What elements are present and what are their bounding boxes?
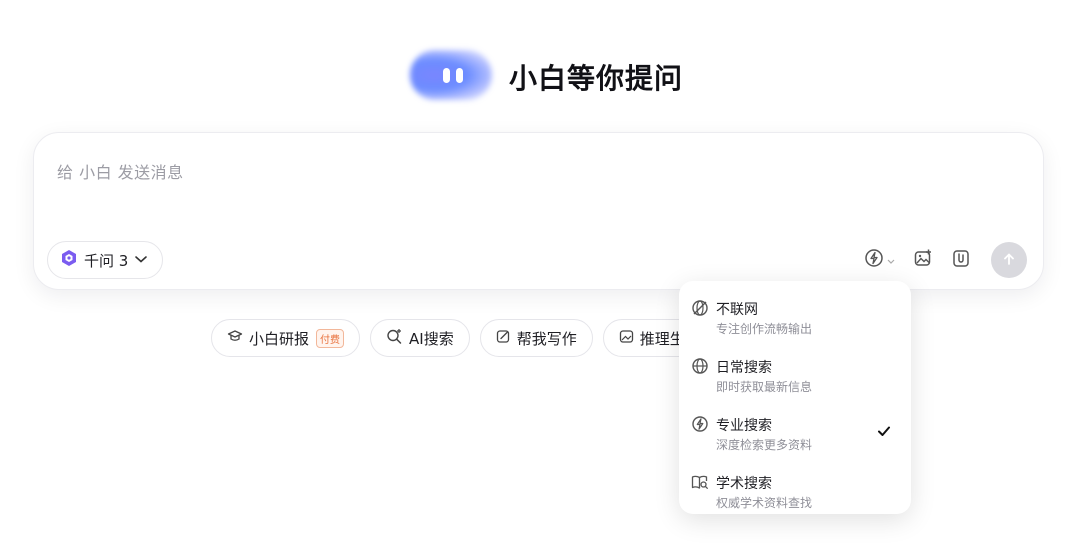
menu-item-title: 不联网 <box>716 302 758 318</box>
menu-item-desc: 专注创作流畅输出 <box>716 322 813 336</box>
menu-item-pro-search[interactable]: 专业搜索 深度检索更多资料 <box>679 403 911 461</box>
attach-button[interactable] <box>947 246 975 274</box>
menu-item-title: 日常搜索 <box>716 360 772 376</box>
quick-action-chips: 小白研报 付费 AI搜索 帮我写作 推理生 <box>211 319 701 357</box>
image-add-icon <box>913 248 933 272</box>
message-composer: 给 小白 发送消息 千问 3 <box>33 132 1044 290</box>
send-button[interactable] <box>991 242 1027 278</box>
assistant-logo <box>410 50 492 100</box>
chevron-down-icon <box>886 251 896 270</box>
menu-item-title: 学术搜索 <box>716 476 772 492</box>
model-selector-button[interactable]: 千问 3 <box>47 241 164 279</box>
hero: 小白等你提问 <box>0 44 1080 108</box>
message-input[interactable]: 给 小白 发送消息 <box>57 159 184 183</box>
chevron-down-icon <box>134 251 148 270</box>
checkmark-icon <box>877 423 891 437</box>
image-icon <box>619 329 634 348</box>
composer-tools <box>861 241 1027 279</box>
chip-label: 小白研报 <box>249 329 310 348</box>
menu-item-desc: 深度检索更多资料 <box>716 438 813 452</box>
lightning-circle-icon <box>691 415 709 433</box>
attachment-icon <box>951 248 971 272</box>
menu-item-desc: 即时获取最新信息 <box>716 380 813 394</box>
chip-label: 推理生 <box>639 329 685 348</box>
model-label: 千问 3 <box>84 251 129 270</box>
search-mode-menu: 不联网 专注创作流畅输出 日常搜索 即时获取最新信息 专业搜索 深度检索更多资料… <box>679 281 911 514</box>
no-network-icon <box>691 299 709 317</box>
hero-title: 小白等你提问 <box>509 62 684 95</box>
chip-ai-search[interactable]: AI搜索 <box>370 319 470 357</box>
qwen-logo-icon <box>60 249 78 271</box>
menu-item-academic-search[interactable]: 学术搜索 权威学术资料查找 <box>679 461 911 519</box>
globe-icon <box>691 357 709 375</box>
menu-item-title: 专业搜索 <box>716 418 772 434</box>
graduation-cap-icon <box>227 328 243 348</box>
menu-item-no-network[interactable]: 不联网 专注创作流畅输出 <box>679 287 911 345</box>
chip-label: AI搜索 <box>409 329 454 348</box>
arrow-up-icon <box>1002 251 1016 270</box>
edit-icon <box>496 329 511 348</box>
image-add-button[interactable] <box>909 246 937 274</box>
menu-item-daily-search[interactable]: 日常搜索 即时获取最新信息 <box>679 345 911 403</box>
paid-badge: 付费 <box>316 328 345 348</box>
search-mode-button[interactable] <box>861 246 899 274</box>
menu-item-desc: 权威学术资料查找 <box>716 496 813 510</box>
book-search-icon <box>691 473 709 491</box>
chip-research-report[interactable]: 小白研报 付费 <box>211 319 361 357</box>
search-sparkle-icon <box>386 328 403 349</box>
chip-label: 帮我写作 <box>516 329 577 348</box>
chip-writing[interactable]: 帮我写作 <box>479 319 593 357</box>
lightning-circle-icon <box>864 248 884 272</box>
